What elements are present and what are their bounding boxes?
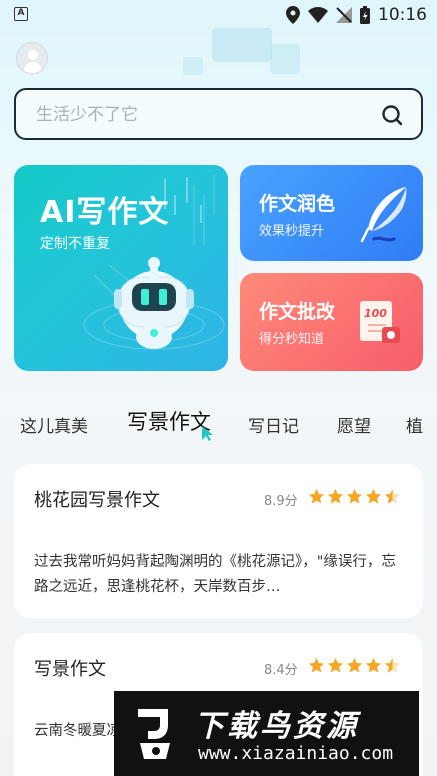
star-rating — [308, 488, 401, 505]
star-half-icon — [384, 657, 401, 673]
tab-yuanwang[interactable]: 愿望 — [337, 412, 371, 437]
tab-zheer-zhenmei[interactable]: 这儿真美 — [20, 412, 88, 437]
star-full-icon — [346, 488, 363, 504]
ai-card-subtitle: 定制不重复 — [40, 236, 110, 252]
essay-score: 8.9分 — [264, 494, 298, 509]
essay-polish-card[interactable]: 作文润色 效果秒提升 — [240, 165, 423, 261]
watermark-url: www.xiazainiao.com — [198, 743, 394, 764]
app-notification-icon: A — [14, 7, 28, 21]
user-avatar[interactable] — [16, 42, 48, 74]
avatar-head-shape — [28, 50, 38, 60]
avatar-body-shape — [24, 62, 42, 73]
search-icon[interactable] — [381, 104, 403, 126]
star-full-icon — [308, 488, 325, 504]
battery-icon — [360, 6, 370, 24]
active-tab-indicator-icon — [202, 426, 213, 441]
background-decoration — [183, 57, 203, 75]
star-rating — [308, 657, 401, 674]
star-half-icon — [384, 488, 401, 504]
essay-title: 写景作文 — [34, 659, 106, 680]
bird-logo-icon — [126, 701, 186, 765]
background-decoration — [270, 44, 300, 74]
polish-card-subtitle: 效果秒提升 — [259, 224, 325, 239]
background-decoration — [212, 28, 272, 62]
watermark-banner: 下载鸟资源 www.xiazainiao.com — [114, 691, 419, 776]
no-signal-icon — [336, 7, 352, 23]
status-time: 10:16 — [378, 5, 427, 25]
essay-card[interactable]: 桃花园写景作文 8.9分 过去我常听妈妈背起陶渊明的《桃花源记》，"缘误行，忘路… — [14, 464, 423, 618]
star-full-icon — [308, 657, 325, 673]
ai-writing-card[interactable]: AI写作文 定制不重复 — [14, 165, 228, 371]
tab-zhi[interactable]: 植 — [406, 412, 423, 437]
ai-card-title: AI写作文 — [40, 195, 170, 230]
star-full-icon — [365, 657, 382, 673]
polish-card-title: 作文润色 — [259, 193, 336, 215]
review-card-title: 作文批改 — [259, 301, 336, 323]
star-full-icon — [365, 488, 382, 504]
search-bar[interactable] — [14, 88, 423, 140]
star-full-icon — [346, 657, 363, 673]
star-full-icon — [327, 488, 344, 504]
status-icons: 10:16 — [286, 5, 427, 25]
essay-score: 8.4分 — [264, 663, 298, 678]
score-stamp-text: 100 — [364, 307, 387, 320]
essay-excerpt: 过去我常听妈妈背起陶渊明的《桃花源记》，"缘误行，忘路之远近，思逢桃花杯，天岸数… — [34, 554, 396, 595]
wifi-icon — [308, 7, 328, 23]
search-input[interactable] — [36, 102, 356, 128]
tab-xie-riji[interactable]: 写日记 — [248, 412, 299, 437]
review-card-subtitle: 得分秒知道 — [259, 332, 325, 347]
location-icon — [286, 6, 300, 24]
watermark-title: 下载鸟资源 — [194, 709, 359, 744]
essay-title: 桃花园写景作文 — [34, 490, 160, 511]
star-full-icon — [327, 657, 344, 673]
status-bar: A 10:16 — [0, 0, 437, 30]
category-tabs: 这儿真美 写景作文 写日记 愿望 植 — [0, 404, 437, 444]
feather-pen-icon — [360, 187, 407, 243]
essay-review-card[interactable]: 作文批改 得分秒知道 100 — [240, 273, 423, 371]
